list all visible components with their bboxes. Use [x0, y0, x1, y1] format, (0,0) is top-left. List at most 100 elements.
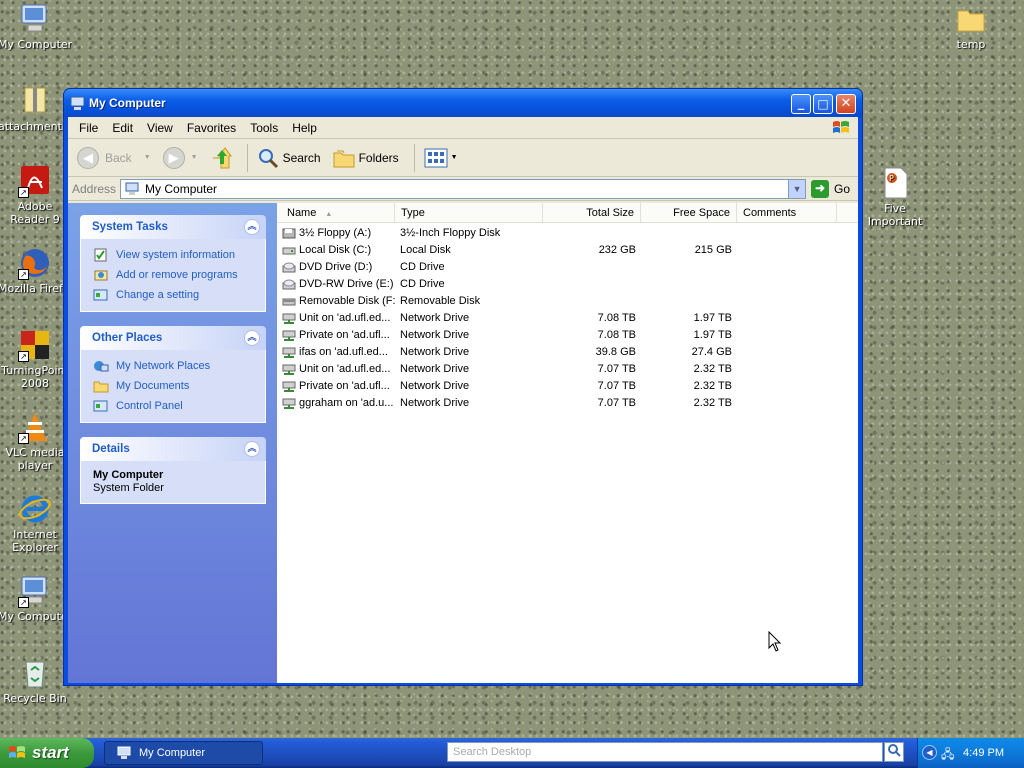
menu-view[interactable]: View — [140, 121, 180, 135]
maximize-button[interactable]: □ — [813, 94, 833, 114]
tray-collapse-icon[interactable]: ◀ — [922, 745, 937, 760]
menu-file[interactable]: File — [72, 121, 105, 135]
my-computer-icon — [70, 96, 86, 114]
network-drive-icon — [282, 330, 296, 341]
menu-favorites[interactable]: Favorites — [180, 121, 243, 135]
table-row[interactable]: DVD Drive (D:) CD Drive — [277, 259, 858, 276]
link-my-documents[interactable]: My Documents — [93, 376, 265, 396]
menu-tools[interactable]: Tools — [243, 121, 285, 135]
column-comments[interactable]: Comments — [737, 203, 837, 223]
search-button[interactable]: Search — [254, 143, 324, 173]
table-row[interactable]: Unit on 'ad.ufl.ed... Network Drive 7.08 T… — [277, 310, 858, 327]
column-total-size[interactable]: Total Size — [543, 203, 641, 223]
windows-logo-icon — [9, 746, 25, 758]
other-places-header[interactable]: Other Places ︽ — [80, 326, 266, 350]
system-info-icon — [94, 248, 107, 262]
system-tasks-header[interactable]: System Tasks ︽ — [80, 215, 266, 239]
desktop-icon-firefox[interactable]: ↗ Mozilla Firefox — [0, 246, 72, 295]
table-row[interactable]: Private on 'ad.ufl... Network Drive 7.08 T… — [277, 327, 858, 344]
table-row[interactable]: Private on 'ad.ufl... Network Drive 7.07 T… — [277, 378, 858, 395]
desktop-icon-label: Five Important Points for a ... — [867, 202, 923, 228]
standard-toolbar: ◀ Back ▼ ▶ ▼ Search Folders ▼ — [68, 139, 858, 177]
panel-title: System Tasks — [92, 221, 168, 233]
other-places-panel: Other Places ︽ My Network Places My Docu… — [80, 326, 266, 423]
cell-free-space: 215 GB — [694, 244, 732, 256]
menu-help[interactable]: Help — [285, 121, 324, 135]
network-tray-icon[interactable]: 🖧 — [941, 745, 954, 766]
back-button[interactable]: ◀ Back ▼ — [74, 143, 154, 173]
cell-type: CD Drive — [400, 261, 445, 273]
control-panel-icon — [93, 400, 108, 412]
desktop-icon-temp[interactable]: temp — [934, 2, 1008, 51]
cell-total-size: 39.8 GB — [595, 346, 636, 358]
desktop-icon-attachments[interactable]: attachments... — [0, 84, 72, 133]
my-documents-icon — [93, 381, 109, 393]
collapse-chevron-icon[interactable]: ︽ — [244, 330, 260, 346]
taskbar-button-my-computer[interactable]: My Computer — [104, 741, 263, 765]
column-name[interactable]: Name ▲ — [277, 203, 395, 223]
desktop-icon-label: Adobe Reader 9 — [10, 200, 60, 226]
my-computer-window[interactable]: My Computer _ □ ✕ File Edit View Favorit… — [63, 88, 863, 686]
dropdown-arrow-icon[interactable]: ▼ — [451, 154, 458, 161]
table-row[interactable]: ifas on 'ad.ufl.ed... Network Drive 39.8 G… — [277, 344, 858, 361]
link-view-system-information[interactable]: View system information — [93, 245, 265, 265]
go-button[interactable]: ➜ Go — [811, 179, 850, 198]
cell-total-size — [543, 259, 641, 276]
table-row[interactable]: Unit on 'ad.ufl.ed... Network Drive 7.07 T… — [277, 361, 858, 378]
desktop-icon-turningpoint[interactable]: ↗ TurningPoint 2008 — [0, 328, 72, 390]
start-button[interactable]: start — [0, 738, 94, 768]
cell-comments — [737, 310, 837, 327]
table-row[interactable]: ggraham on 'ad.u... Network Drive 7.07 TB 2… — [277, 395, 858, 412]
link-add-remove-programs[interactable]: Add or remove programs — [93, 265, 265, 285]
views-button[interactable]: ▼ — [421, 143, 461, 173]
title-bar[interactable]: My Computer _ □ ✕ — [64, 89, 862, 117]
desktop-icon-my-computer[interactable]: My Computer — [0, 2, 72, 51]
column-type[interactable]: Type — [395, 203, 543, 223]
link-my-network-places[interactable]: My Network Places — [93, 356, 265, 376]
address-dropdown-button[interactable]: ▼ — [788, 179, 806, 198]
adobe-reader-icon: ↗ — [18, 164, 52, 198]
collapse-chevron-icon[interactable]: ︽ — [244, 441, 260, 457]
column-free-space[interactable]: Free Space — [641, 203, 737, 223]
forward-button[interactable]: ▶ ▼ — [160, 143, 201, 173]
collapse-chevron-icon[interactable]: ︽ — [244, 219, 260, 235]
cell-comments — [737, 361, 837, 378]
desktop-icon-powerpoint-file[interactable]: P Five Important Points for a ... — [857, 166, 933, 228]
link-control-panel[interactable]: Control Panel — [93, 396, 265, 416]
link-change-setting[interactable]: Change a setting — [93, 285, 265, 305]
dropdown-arrow-icon[interactable]: ▼ — [191, 154, 198, 161]
recycle-bin-icon — [18, 656, 52, 690]
close-button[interactable]: ✕ — [836, 94, 856, 114]
desktop-icon-adobe-reader[interactable]: ↗ Adobe Reader 9 — [0, 164, 72, 226]
table-row[interactable]: Removable Disk (F:) Removable Disk — [277, 293, 858, 310]
my-computer-icon — [117, 746, 131, 759]
desktop-icon-recycle-bin[interactable]: Recycle Bin — [0, 656, 72, 705]
network-places-icon — [94, 361, 109, 372]
cell-type: Network Drive — [400, 363, 470, 375]
search-icon — [258, 148, 278, 168]
cell-free-space — [641, 259, 737, 276]
table-row[interactable]: 3½ Floppy (A:) 3½-Inch Floppy Disk — [277, 225, 858, 242]
cell-free-space — [641, 225, 737, 242]
desktop-icon-vlc[interactable]: ↗ VLC media player — [0, 410, 72, 472]
cell-total-size — [543, 293, 641, 310]
menu-edit[interactable]: Edit — [105, 121, 140, 135]
minimize-button[interactable]: _ — [791, 94, 811, 114]
desktop-icon-internet-explorer[interactable]: Internet Explorer — [0, 492, 72, 554]
table-row[interactable]: DVD-RW Drive (E:) CD Drive — [277, 276, 858, 293]
desktop-icon-my-computer-shortcut[interactable]: ↗ My Computer — [0, 574, 72, 623]
table-row[interactable]: Local Disk (C:) Local Disk 232 GB 215 GB — [277, 242, 858, 259]
desktop-icon-label: attachments... — [0, 120, 72, 133]
dropdown-arrow-icon[interactable]: ▼ — [144, 154, 151, 161]
folders-button[interactable]: Folders — [330, 143, 402, 173]
address-field[interactable]: My Computer ▼ — [120, 178, 807, 199]
cell-type: CD Drive — [400, 278, 445, 290]
cell-name: 3½ Floppy (A:) — [277, 225, 395, 242]
details-header[interactable]: Details ︽ — [80, 437, 266, 461]
up-folder-button[interactable] — [207, 143, 235, 173]
search-icon[interactable] — [884, 742, 904, 762]
cell-comments — [737, 395, 837, 412]
desktop-search-input[interactable]: Search Desktop — [447, 742, 883, 762]
cell-comments — [737, 327, 837, 344]
clock[interactable]: 4:49 PM — [963, 747, 1004, 759]
